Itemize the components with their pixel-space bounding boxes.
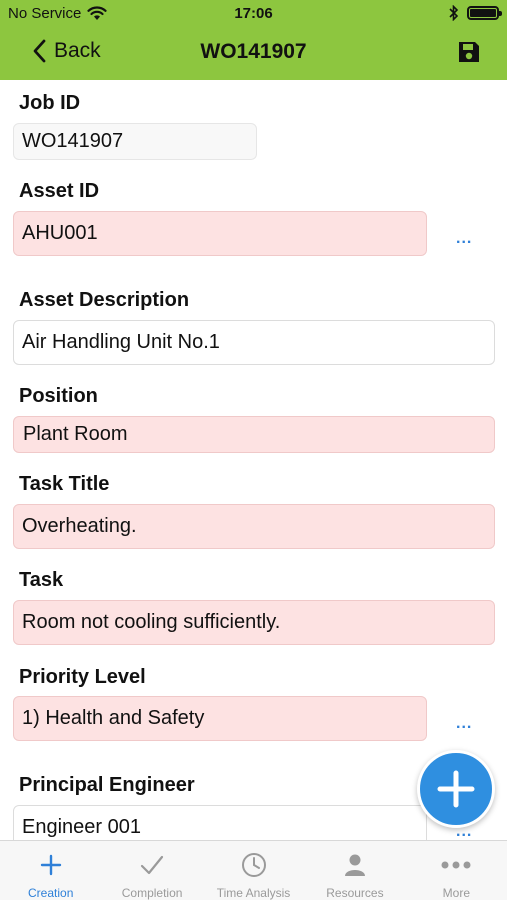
priority-level-label: Priority Level: [19, 666, 146, 688]
tab-label: More: [442, 886, 470, 900]
chevron-left-icon: [33, 39, 46, 63]
task-title-label: Task Title: [19, 473, 110, 495]
person-icon: [344, 854, 365, 876]
job-id-field[interactable]: WO141907: [13, 123, 257, 160]
tab-label: Completion: [121, 886, 183, 900]
task-label: Task: [19, 569, 64, 591]
tab-bar: Creation Completion Time Analysis Resour…: [0, 840, 507, 900]
work-order-form: Job ID WO141907 Asset ID AHU001 ... Asse…: [0, 80, 507, 840]
position-field[interactable]: Plant Room: [13, 416, 495, 453]
clock: 17:06: [234, 5, 273, 22]
more-dots-icon: [441, 861, 471, 869]
asset-id-label: Asset ID: [19, 180, 100, 202]
task-field[interactable]: Room not cooling sufficiently.: [13, 600, 495, 645]
position-label: Position: [19, 385, 98, 407]
asset-description-field[interactable]: Air Handling Unit No.1: [13, 320, 495, 365]
clock-icon: [241, 853, 266, 877]
asset-id-lookup-button[interactable]: ...: [456, 230, 472, 248]
back-button[interactable]: Back: [32, 39, 101, 63]
asset-id-field[interactable]: AHU001: [13, 211, 427, 256]
principal-engineer-field[interactable]: Engineer 001: [13, 805, 427, 840]
bluetooth-icon: [449, 5, 459, 21]
priority-level-field[interactable]: 1) Health and Safety: [13, 696, 427, 741]
check-icon: [141, 855, 164, 875]
tab-label: Resources: [326, 886, 384, 900]
tab-completion[interactable]: Completion: [101, 841, 202, 900]
asset-description-label: Asset Description: [19, 289, 190, 311]
save-button[interactable]: [457, 40, 481, 69]
save-icon: [459, 42, 479, 62]
tab-resources[interactable]: Resources: [304, 841, 405, 900]
task-title-field[interactable]: Overheating.: [13, 504, 495, 549]
tab-label: Time Analysis: [216, 886, 291, 900]
add-button[interactable]: [417, 750, 495, 828]
job-id-label: Job ID: [19, 92, 81, 114]
navigation-bar: Back WO141907: [0, 28, 507, 80]
status-bar: No Service 17:06: [0, 0, 507, 28]
tab-time-analysis[interactable]: Time Analysis: [203, 841, 304, 900]
plus-icon: [437, 770, 475, 808]
priority-level-select-button[interactable]: ...: [456, 715, 472, 733]
plus-icon: [40, 854, 61, 876]
principal-engineer-label: Principal Engineer: [19, 774, 195, 796]
tab-label: Creation: [28, 886, 74, 900]
status-icons: [449, 5, 502, 21]
tab-creation[interactable]: Creation: [0, 841, 101, 900]
battery-icon: [467, 6, 502, 20]
tab-more[interactable]: More: [406, 841, 507, 900]
back-label: Back: [54, 39, 101, 62]
